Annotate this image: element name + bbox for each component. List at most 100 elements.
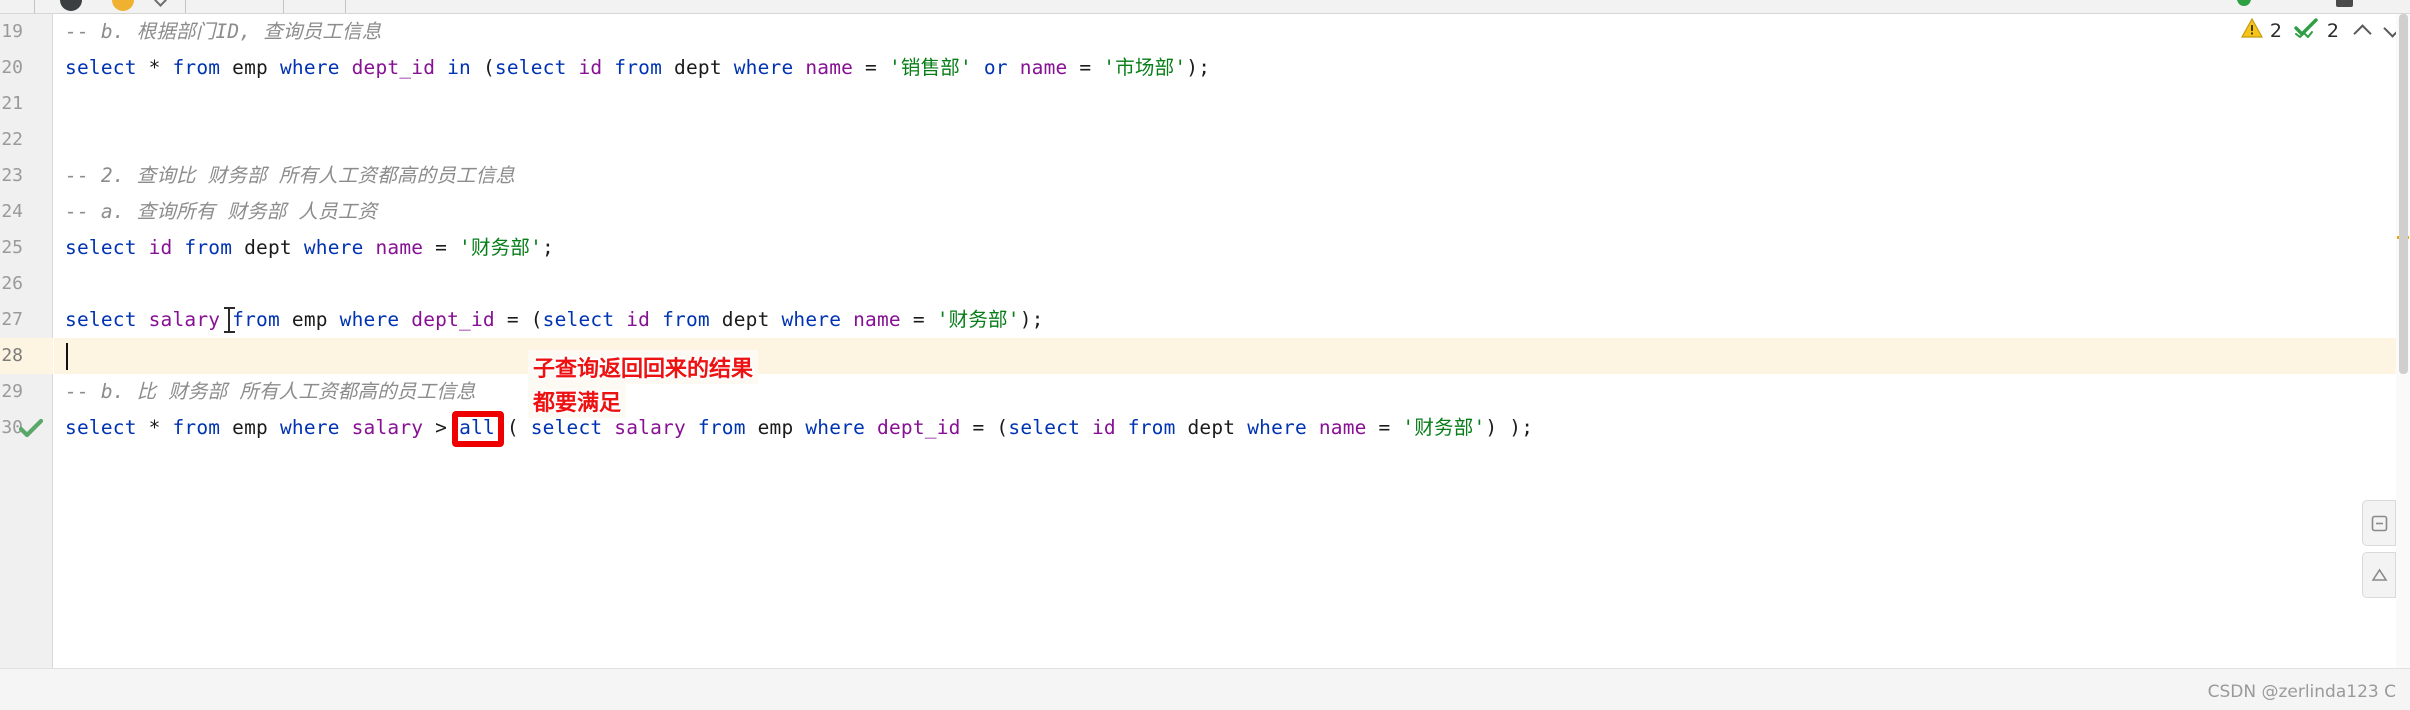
code-line-23[interactable]: -- 2. 查询比 财务部 所有人工资都高的员工信息 xyxy=(54,158,515,194)
token-s-20-19: '市场部' xyxy=(1103,56,1187,79)
code-line-22[interactable] xyxy=(54,122,65,158)
token-op-27-14: = xyxy=(912,308,937,331)
token-id-20-17: name xyxy=(1007,56,1080,79)
token-k-20-4: where xyxy=(279,56,340,79)
token-k-30-11: from xyxy=(697,416,746,439)
scrollbar-thumb[interactable] xyxy=(2399,14,2408,374)
token-op-20-18: = xyxy=(1079,56,1104,79)
token-tb-27-11: dept xyxy=(709,308,782,331)
line-number: 25 xyxy=(1,237,23,258)
text-caret xyxy=(66,343,68,370)
line-number-gutter: 19 20 21 22 23 24 25 26 27 28 29 30 xyxy=(0,14,53,668)
token-op-30-23: = xyxy=(1378,416,1403,439)
code-line-25[interactable]: select id from dept where name = '财务部'; xyxy=(54,230,554,266)
line-number: 29 xyxy=(1,381,23,402)
token-tb-30-3: emp xyxy=(220,416,280,439)
token-k-20-8: select xyxy=(494,56,567,79)
bottom-bar xyxy=(0,668,2410,710)
token-op-20-14: = xyxy=(865,56,889,79)
line-number: 19 xyxy=(1,21,23,42)
line-number: 20 xyxy=(1,57,23,78)
token-k-25-0: select xyxy=(65,236,137,259)
token-op-20-1: * xyxy=(136,56,173,79)
floating-tool-button-2[interactable] xyxy=(2362,552,2396,598)
token-id-30-5: salary xyxy=(339,416,436,439)
token-id-25-5: name xyxy=(363,236,436,259)
token-k-20-12: where xyxy=(733,56,794,79)
line-number-active: 28 xyxy=(0,338,53,374)
line-number: 26 xyxy=(1,273,23,294)
line-number: 24 xyxy=(1,201,23,222)
code-line-27[interactable]: select salary from emp where dept_id = (… xyxy=(54,302,1044,338)
green-status-dot-icon xyxy=(2237,0,2251,6)
chevron-up-icon[interactable] xyxy=(2353,23,2372,43)
editor-window: 19 20 21 22 23 24 25 26 27 28 29 30 -- b… xyxy=(0,0,2410,710)
token-k-30-0: select xyxy=(65,416,137,439)
ok-count: 2 xyxy=(2326,19,2339,42)
token-k-27-4: where xyxy=(339,308,400,331)
token-p-30-25: ) ); xyxy=(1485,416,1534,439)
token-k-30-21: where xyxy=(1247,416,1307,439)
token-id-20-5: dept_id xyxy=(339,56,448,79)
token-tb-27-3: emp xyxy=(279,308,340,331)
token-cm-24-0: -- a. 查询所有 财务部 人员工资 xyxy=(65,200,378,223)
token-p-20-7: ( xyxy=(471,56,495,79)
token-id-27-5: dept_id xyxy=(399,308,507,331)
token-s-20-15: '销售部' xyxy=(888,56,972,79)
token-tb-30-12: emp xyxy=(745,416,806,439)
token-k-27-8: select xyxy=(542,308,615,331)
line-number: 27 xyxy=(1,309,23,330)
token-op-30-15: = xyxy=(972,416,997,439)
token-k-30-4: where xyxy=(279,416,340,439)
token-k-25-2: from xyxy=(184,236,233,259)
token-p-30-16: ( xyxy=(996,416,1009,439)
editor-scroll-rail[interactable] xyxy=(2396,14,2410,668)
toolbar-separator xyxy=(34,0,35,13)
code-line-19[interactable]: -- b. 根据部门ID, 查询员工信息 xyxy=(54,14,381,50)
panel-icon[interactable] xyxy=(2336,0,2353,7)
token-tb-25-3: dept xyxy=(232,236,304,259)
token-k-27-2: from xyxy=(232,308,280,331)
token-k-30-17: select xyxy=(1008,416,1081,439)
token-tb-20-3: emp xyxy=(220,56,280,79)
token-id-27-9: id xyxy=(614,308,663,331)
code-line-30[interactable]: select * from emp where salary > all ( s… xyxy=(54,410,1533,446)
token-k-27-10: from xyxy=(662,308,710,331)
token-p-27-16: ); xyxy=(1019,308,1044,331)
token-k-30-7: all xyxy=(459,416,495,439)
token-id-20-9: id xyxy=(566,56,615,79)
avatar-icon[interactable] xyxy=(60,0,82,11)
token-op-30-1: * xyxy=(136,416,173,439)
token-cm-19-0: -- b. 根据部门ID, 查询员工信息 xyxy=(65,20,382,43)
toolbar-separator xyxy=(345,0,346,13)
dropdown-chevron-icon[interactable] xyxy=(154,0,167,7)
code-line-21[interactable] xyxy=(54,86,65,122)
green-check-run-icon[interactable] xyxy=(18,410,44,446)
code-line-26[interactable] xyxy=(54,266,65,302)
code-line-28-active[interactable] xyxy=(54,338,2410,374)
token-k-27-12: where xyxy=(781,308,842,331)
annotation-subquery-result: 子查询返回回来的结果 xyxy=(528,350,759,384)
token-p-27-7: ( xyxy=(530,308,543,331)
watermark: CSDN @zerlinda123 C xyxy=(2207,682,2396,702)
token-k-20-2: from xyxy=(172,56,221,79)
line-number: 21 xyxy=(1,93,23,114)
floating-tool-button-1[interactable] xyxy=(2362,500,2396,546)
code-editor[interactable]: -- b. 根据部门ID, 查询员工信息 select * from emp w… xyxy=(54,14,2410,668)
token-k-25-4: where xyxy=(303,236,364,259)
token-op-27-6: = xyxy=(506,308,531,331)
token-p-25-8: ; xyxy=(542,236,554,259)
code-line-24[interactable]: -- a. 查询所有 财务部 人员工资 xyxy=(54,194,377,230)
code-line-20[interactable]: select * from emp where dept_id in (sele… xyxy=(54,50,1210,86)
code-line-29[interactable]: -- b. 比 财务部 所有人工资都高的员工信息 xyxy=(54,374,476,410)
token-k-30-19: from xyxy=(1127,416,1176,439)
inspection-widget[interactable]: 2 2 xyxy=(2240,17,2404,43)
run-icon[interactable] xyxy=(112,0,134,11)
toolbar xyxy=(0,0,2410,14)
token-cm-23-0: -- 2. 查询比 财务部 所有人工资都高的员工信息 xyxy=(65,164,516,187)
token-cm-29-0: -- b. 比 财务部 所有人工资都高的员工信息 xyxy=(65,380,476,403)
token-k-20-10: from xyxy=(614,56,663,79)
token-k-27-0: select xyxy=(65,308,137,331)
token-id-30-18: id xyxy=(1080,416,1128,439)
token-k-30-9: select xyxy=(530,416,603,439)
